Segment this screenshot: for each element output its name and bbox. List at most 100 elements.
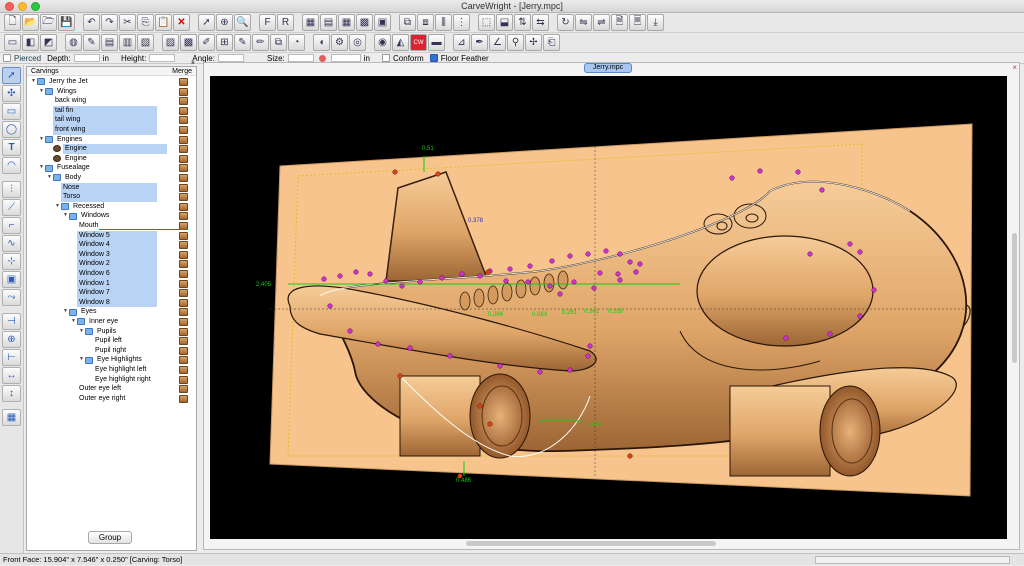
curve-path-icon[interactable]: ⤳ [2,289,21,306]
target-icon[interactable]: ◎ [349,34,366,51]
merge-icon[interactable] [179,250,188,259]
tree-item[interactable]: Torso [55,192,157,202]
pin-icon[interactable]: ⚲ [507,34,524,51]
smooth-node-icon[interactable]: ⊹ [2,253,21,270]
group-button[interactable]: Group [88,531,132,544]
merge-icon[interactable] [179,106,188,115]
chisel-icon[interactable]: ◖ [313,34,330,51]
selection-handle[interactable] [857,249,863,255]
selection-handle[interactable] [447,353,453,359]
texture-icon[interactable]: ▧ [137,34,154,51]
selection-handle[interactable] [571,279,577,285]
ungroup-icon[interactable]: ⬓ [496,14,513,31]
control-handle[interactable] [485,269,491,275]
edit-icon[interactable]: ✎ [234,34,251,51]
flip-icon[interactable]: ⇋ [575,14,592,31]
merge-icon[interactable] [179,327,188,336]
control-handle[interactable] [392,169,398,175]
selection-handle[interactable] [585,353,591,359]
distribute-icon[interactable]: ⋮ [453,14,470,31]
render-icon[interactable]: ◧ [22,34,39,51]
dimension-v-icon[interactable]: ↕ [2,385,21,402]
merge-icon[interactable] [179,145,188,154]
merge-icon[interactable] [179,385,188,394]
merge-icon[interactable] [179,270,188,278]
selection-handle[interactable] [327,303,333,309]
pierced-checkbox[interactable] [3,54,11,62]
layout-icon[interactable]: ⧉ [399,14,416,31]
undo-icon[interactable]: ↶ [83,14,100,31]
merge-icon[interactable] [179,318,188,326]
tree-item[interactable]: Engine [47,154,89,164]
merge-icon[interactable] [179,375,188,384]
tree-item[interactable]: Window 7 [71,288,157,298]
size-value-input[interactable] [330,54,361,62]
control-handle[interactable] [477,403,483,409]
selection-handle[interactable] [827,331,833,337]
line-node-icon[interactable]: ⟋ [2,199,21,216]
tree-item[interactable]: Pupil left [87,336,124,346]
selection-handle[interactable] [587,343,593,349]
depth-input[interactable] [73,54,100,62]
close-document-icon[interactable]: × [1012,63,1017,72]
board-brown-icon[interactable]: ▬ [428,34,445,51]
tree-item[interactable]: Window 3 [71,249,157,260]
selection-handle[interactable] [617,251,623,257]
maximize-window-button[interactable] [31,2,40,11]
selection-handle[interactable] [591,285,597,291]
height-input[interactable] [149,54,176,62]
merge-icon[interactable] [179,298,188,307]
merge-icon[interactable] [179,337,188,346]
dimension-h-icon[interactable]: ↔ [2,367,21,384]
tree-item[interactable]: tail fin [47,105,157,116]
align-left-icon[interactable]: ⊣ [2,313,21,330]
copy-pattern-icon[interactable]: ⧉ [270,34,287,51]
floor-feather-checkbox[interactable] [429,54,438,62]
pen-icon[interactable]: ✒ [471,34,488,51]
align-center-icon[interactable]: ⊕ [2,331,21,348]
grid-snap-icon[interactable]: ▦ [2,409,21,426]
group-icon[interactable]: ⬚ [478,14,495,31]
minimize-window-button[interactable] [18,2,27,11]
copy-icon[interactable]: ⎘ [137,14,154,31]
merge-icon[interactable] [179,308,188,317]
tree-item[interactable]: Eye highlight right [87,375,153,385]
stamp-icon[interactable]: ▨ [162,34,179,51]
merge-icon[interactable] [179,97,188,106]
tree-item[interactable]: front wing [47,125,157,135]
merge-icon[interactable] [179,260,188,269]
tree-item[interactable]: Eye highlight left [87,365,148,375]
selection-handle[interactable] [567,253,573,259]
tree-item[interactable]: Window 5 [71,230,157,241]
arc-icon[interactable]: ◠ [2,157,21,174]
merge-icon[interactable] [179,202,188,211]
control-handle[interactable] [457,473,463,479]
rectangle-icon[interactable]: ▭ [2,103,21,120]
angle-icon[interactable]: ∠ [489,34,506,51]
selection-handle[interactable] [537,369,543,375]
grid-alt-icon[interactable]: ▩ [356,14,373,31]
selection-handle[interactable] [549,258,555,264]
control-handle[interactable] [487,421,493,427]
merge-icon[interactable] [179,212,188,221]
control-handle[interactable] [627,453,633,459]
paste-icon[interactable]: 📋 [155,14,172,31]
selection-handle[interactable] [757,168,763,174]
selection-handle[interactable] [407,345,413,351]
merge-icon[interactable] [179,174,188,182]
export-icon[interactable]: ⤓ [647,14,664,31]
preview-icon[interactable]: ▭ [4,34,21,51]
selection-handle[interactable] [367,271,373,277]
save-icon[interactable]: 💾 [58,14,75,31]
tree-item[interactable]: Window 8 [71,297,157,308]
conform-checkbox[interactable] [382,54,391,62]
selection-handle[interactable] [615,271,621,277]
wood-icon[interactable]: ◍ [65,34,82,51]
selection-handle[interactable] [637,261,643,267]
tree-item[interactable]: Window 6 [71,269,157,279]
open-icon[interactable]: 📂 [22,14,39,31]
merge-icon[interactable] [179,231,188,240]
selection-handle[interactable] [477,273,483,279]
tree-item[interactable]: Mouth [71,221,100,231]
merge-icon[interactable] [179,394,188,403]
